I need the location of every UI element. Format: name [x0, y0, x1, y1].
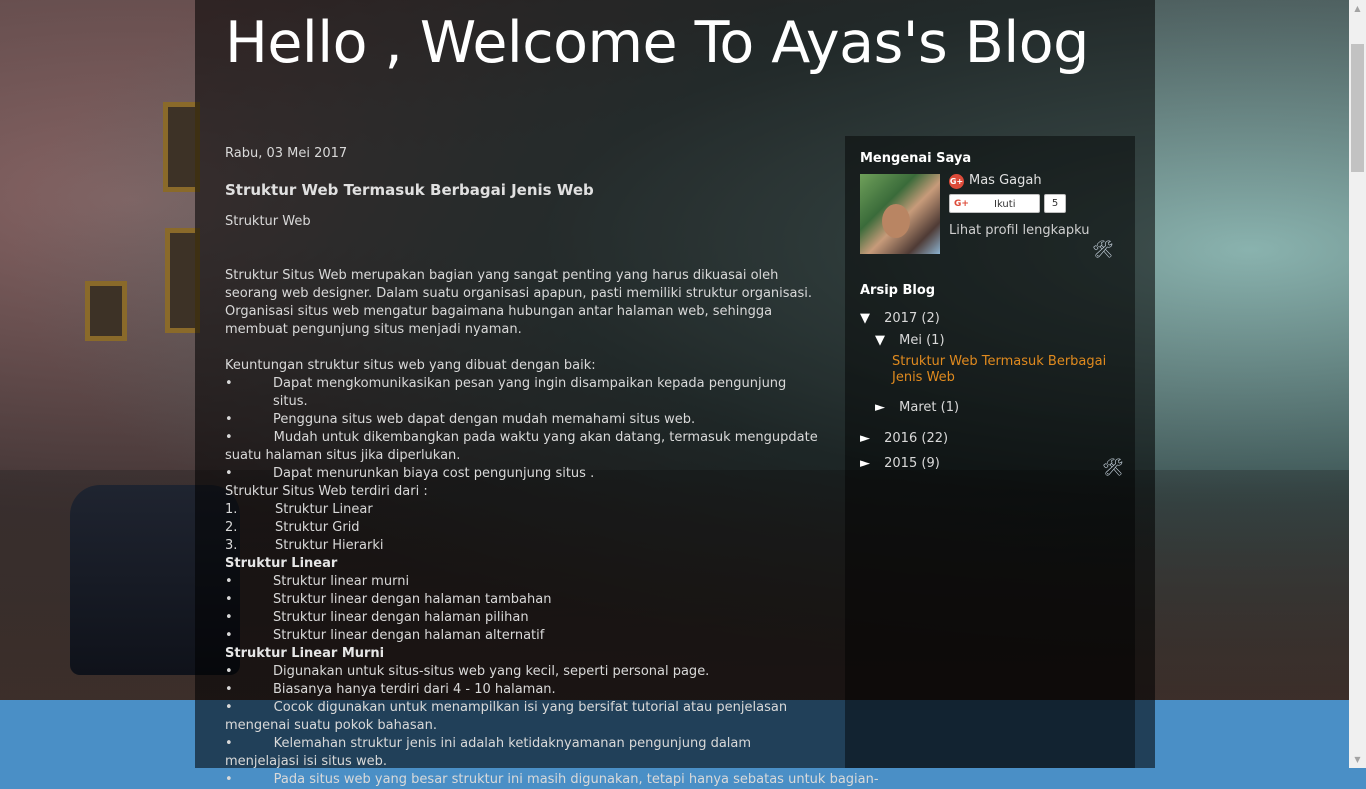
list-item: • Pengguna situs web dapat dengan mudah m…: [225, 412, 696, 427]
expand-toggle-icon[interactable]: ►: [860, 456, 880, 471]
blog-title[interactable]: Hello , Welcome To Ayas's Blog: [225, 10, 1089, 76]
edit-widget-icon[interactable]: 🛠: [1102, 459, 1124, 477]
list-item: • Kelemahan struktur jenis ini adalah ket…: [225, 736, 752, 769]
types-heading: Struktur Situs Web terdiri dari :: [225, 484, 428, 499]
linear-heading: Struktur Linear: [225, 556, 338, 571]
google-plus-icon: G+: [954, 199, 969, 209]
follow-button[interactable]: G+ Ikuti: [949, 194, 1040, 213]
pure-linear-heading: Struktur Linear Murni: [225, 646, 385, 661]
collapse-toggle-icon[interactable]: ▼: [875, 333, 895, 348]
list-item: • Struktur linear murni: [225, 574, 410, 589]
profile-name-link[interactable]: Mas Gagah: [969, 173, 1042, 188]
profile-photo[interactable]: [860, 174, 940, 254]
list-item: • Struktur linear dengan halaman tambahan: [225, 592, 552, 607]
benefits-heading: Keuntungan struktur situs web yang dibua…: [225, 358, 596, 373]
list-item: • Dapat mengkomunikasikan pesan yang ingi…: [225, 376, 787, 409]
background-picture-frame: [85, 281, 127, 341]
about-widget-title: Mengenai Saya: [860, 151, 972, 166]
archive-year-2015[interactable]: ► 2015 (9): [860, 456, 940, 471]
list-item: 1. Struktur Linear: [225, 502, 373, 517]
list-item: • Struktur linear dengan halaman pilihan: [225, 610, 529, 625]
follow-count-badge: 5: [1044, 194, 1066, 213]
edit-widget-icon[interactable]: 🛠: [1092, 241, 1114, 259]
view-full-profile-link[interactable]: Lihat profil lengkapku: [949, 223, 1089, 238]
expand-toggle-icon[interactable]: ►: [875, 400, 895, 415]
collapse-toggle-icon[interactable]: ▼: [860, 311, 880, 326]
post-date: Rabu, 03 Mei 2017: [225, 146, 348, 161]
list-item: • Struktur linear dengan halaman alternat…: [225, 628, 545, 643]
post-body: Struktur Web Struktur Situs Web merupaka…: [225, 213, 879, 789]
archive-year-2016[interactable]: ► 2016 (22): [860, 431, 948, 446]
scroll-down-icon[interactable]: ▼: [1349, 751, 1366, 768]
archive-month-mei[interactable]: ▼ Mei (1): [875, 333, 945, 348]
follow-button-label: Ikuti: [994, 199, 1016, 210]
list-item: • Biasanya hanya terdiri dari 4 - 10 hala…: [225, 682, 556, 697]
list-item: 2. Struktur Grid: [225, 520, 360, 535]
list-item: • Cocok digunakan untuk menampilkan isi y…: [225, 700, 788, 733]
post-subtitle: Struktur Web: [225, 214, 311, 229]
list-item: • Mudah untuk dikembangkan pada waktu yan…: [225, 430, 818, 463]
list-item: • Pada situs web yang besar struktur ini …: [225, 772, 879, 787]
post-intro: Struktur Situs Web merupakan bagian yang…: [225, 268, 813, 337]
expand-toggle-icon[interactable]: ►: [860, 431, 880, 446]
scrollbar-thumb[interactable]: [1351, 44, 1364, 172]
archive-post-link[interactable]: Struktur Web Termasuk Berbagai Jenis Web: [892, 354, 1127, 386]
archive-widget-title: Arsip Blog: [860, 283, 936, 298]
post-title[interactable]: Struktur Web Termasuk Berbagai Jenis Web: [225, 181, 820, 199]
list-item: • Digunakan untuk situs-situs web yang ke…: [225, 664, 710, 679]
list-item: • Dapat menurunkan biaya cost pengunjung …: [225, 466, 595, 481]
blog-post: Rabu, 03 Mei 2017 Struktur Web Termasuk …: [225, 145, 879, 789]
google-plus-icon: G+: [949, 174, 964, 189]
list-item: 3. Struktur Hierarki: [225, 538, 384, 553]
scroll-up-icon[interactable]: ▲: [1349, 0, 1366, 17]
archive-month-maret[interactable]: ► Maret (1): [875, 400, 959, 415]
archive-year-2017[interactable]: ▼ 2017 (2): [860, 311, 940, 326]
